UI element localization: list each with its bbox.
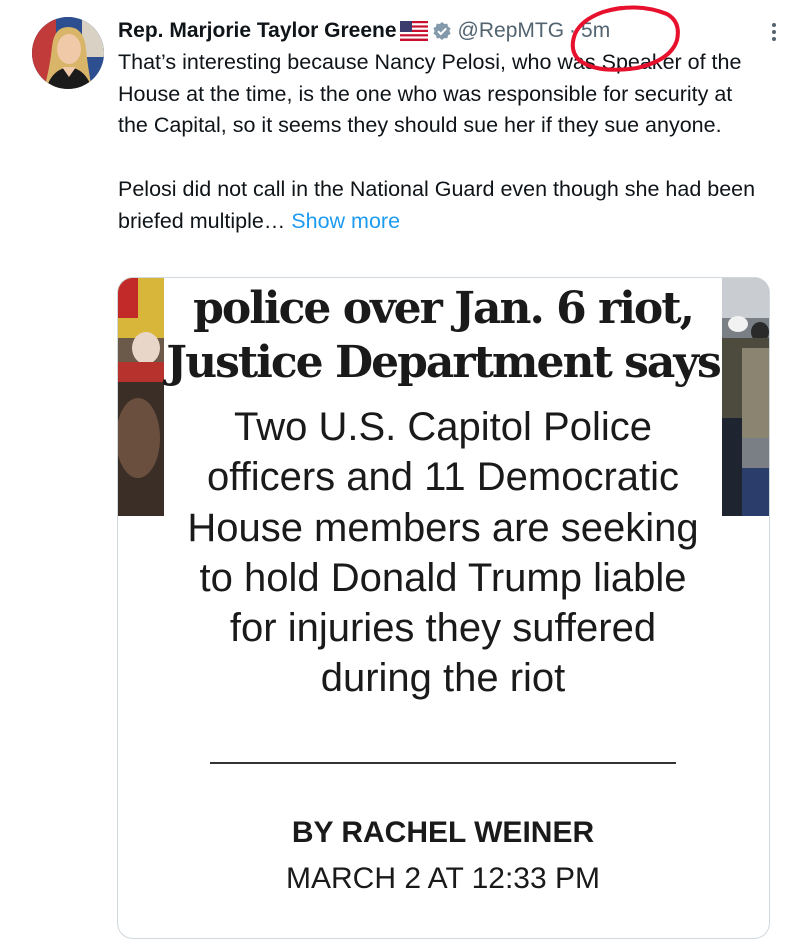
subheadline: Two U.S. Capitol Police officers and 11 … bbox=[187, 405, 699, 701]
tweet-paragraph-2-text: Pelosi did not call in the National Guar… bbox=[118, 176, 756, 233]
tweet-header: Rep. Marjorie Taylor Greene @RepMTG · 5m bbox=[118, 16, 610, 46]
divider bbox=[210, 762, 676, 764]
separator-dot: · bbox=[569, 19, 577, 42]
avatar-photo bbox=[32, 17, 104, 89]
verified-badge-icon bbox=[432, 21, 452, 41]
headline-line-2: Justice Department says bbox=[166, 337, 721, 388]
headline-line-1: police over Jan. 6 riot, bbox=[193, 283, 695, 334]
tweet-text: That’s interesting because Nancy Pelosi,… bbox=[118, 47, 758, 237]
crowd-photo-right bbox=[722, 278, 769, 516]
us-flag-icon bbox=[399, 21, 428, 41]
avatar[interactable] bbox=[32, 17, 104, 89]
dateline: MARCH 2 AT 12:33 PM bbox=[285, 862, 600, 895]
tweet-paragraph-1: That’s interesting because Nancy Pelosi,… bbox=[118, 50, 742, 138]
author-name[interactable]: Rep. Marjorie Taylor Greene bbox=[118, 19, 397, 43]
author-handle[interactable]: @RepMTG bbox=[458, 19, 565, 43]
tweet-paragraph-2: Pelosi did not call in the National Guar… bbox=[118, 174, 758, 237]
more-options-icon[interactable] bbox=[762, 20, 786, 44]
byline: BY RACHEL WEINER bbox=[291, 816, 595, 849]
article-screenshot: police over Jan. 6 riot, Justice Departm… bbox=[164, 278, 722, 938]
crowd-photo-left bbox=[118, 278, 164, 516]
headline-cut-off bbox=[164, 278, 722, 280]
media-attachment[interactable]: police over Jan. 6 riot, Justice Departm… bbox=[117, 277, 770, 939]
timestamp[interactable]: 5m bbox=[581, 19, 610, 43]
show-more-link[interactable]: Show more bbox=[291, 209, 400, 233]
